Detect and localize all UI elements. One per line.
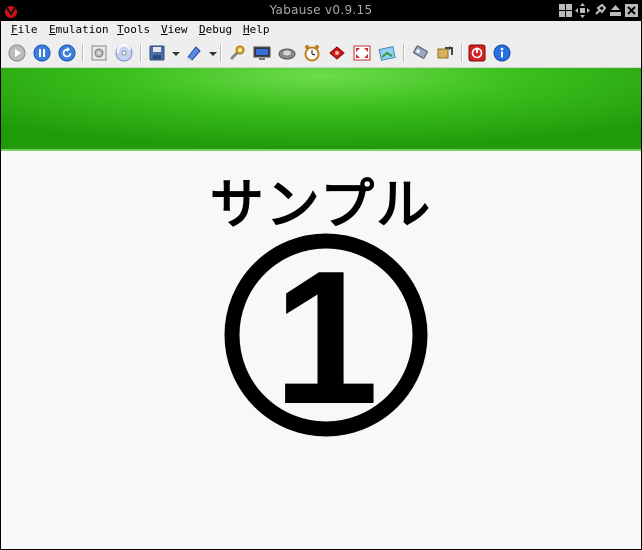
menu-emulation[interactable]: Emulation xyxy=(49,23,109,36)
clock-icon[interactable] xyxy=(303,44,321,62)
pin-icon[interactable] xyxy=(592,3,607,18)
circled-number: 1 xyxy=(224,232,428,439)
window-title: Yabause v0.9.15 xyxy=(269,3,373,17)
toolbar-separator xyxy=(403,44,405,62)
vdp-icon[interactable] xyxy=(253,44,271,62)
open-iso-icon[interactable] xyxy=(90,44,108,62)
save-state-dropdown-icon[interactable] xyxy=(167,44,180,62)
save-state-icon[interactable] xyxy=(148,44,166,62)
app-window: Yabause v0.9.15 File Emulation Tools Vie… xyxy=(0,0,642,550)
open-cd-icon[interactable] xyxy=(115,44,133,62)
run-icon[interactable] xyxy=(8,44,26,62)
toolbar-separator xyxy=(140,44,142,62)
cheats-icon[interactable] xyxy=(328,44,346,62)
green-banner xyxy=(1,68,641,151)
menu-help[interactable]: Help xyxy=(243,23,270,36)
toolbar-separator xyxy=(461,44,463,62)
menu-debug[interactable]: Debug xyxy=(199,23,232,36)
fullscreen-icon[interactable] xyxy=(353,44,371,62)
pause-icon[interactable] xyxy=(33,44,51,62)
emulator-screen[interactable]: サンプル 1 xyxy=(1,68,641,549)
toolbar-separator xyxy=(82,44,84,62)
move-icon[interactable] xyxy=(575,3,590,18)
load-state-dropdown-icon[interactable] xyxy=(204,44,217,62)
reset-icon[interactable] xyxy=(58,44,76,62)
about-icon[interactable] xyxy=(493,44,511,62)
settings-icon[interactable] xyxy=(228,44,246,62)
tile-icon[interactable] xyxy=(558,3,573,18)
toolbar xyxy=(1,39,641,68)
cdrom-icon[interactable] xyxy=(278,44,296,62)
screenshot-icon[interactable] xyxy=(378,44,396,62)
sample-text: サンプル xyxy=(209,173,433,236)
circled-number-digit: 1 xyxy=(273,232,379,439)
menu-view[interactable]: View xyxy=(161,23,188,36)
memory-icon[interactable] xyxy=(411,44,429,62)
menu-bar: File Emulation Tools View Debug Help xyxy=(1,21,641,39)
minimize-icon[interactable] xyxy=(608,3,623,18)
close-icon[interactable] xyxy=(624,3,639,18)
menu-file[interactable]: File xyxy=(11,23,38,36)
quit-icon[interactable] xyxy=(468,44,486,62)
transfer-icon[interactable] xyxy=(436,44,454,62)
load-state-icon[interactable] xyxy=(185,44,203,62)
title-bar[interactable]: Yabause v0.9.15 xyxy=(0,0,642,21)
menu-tools[interactable]: Tools xyxy=(117,23,150,36)
toolbar-separator xyxy=(220,44,222,62)
